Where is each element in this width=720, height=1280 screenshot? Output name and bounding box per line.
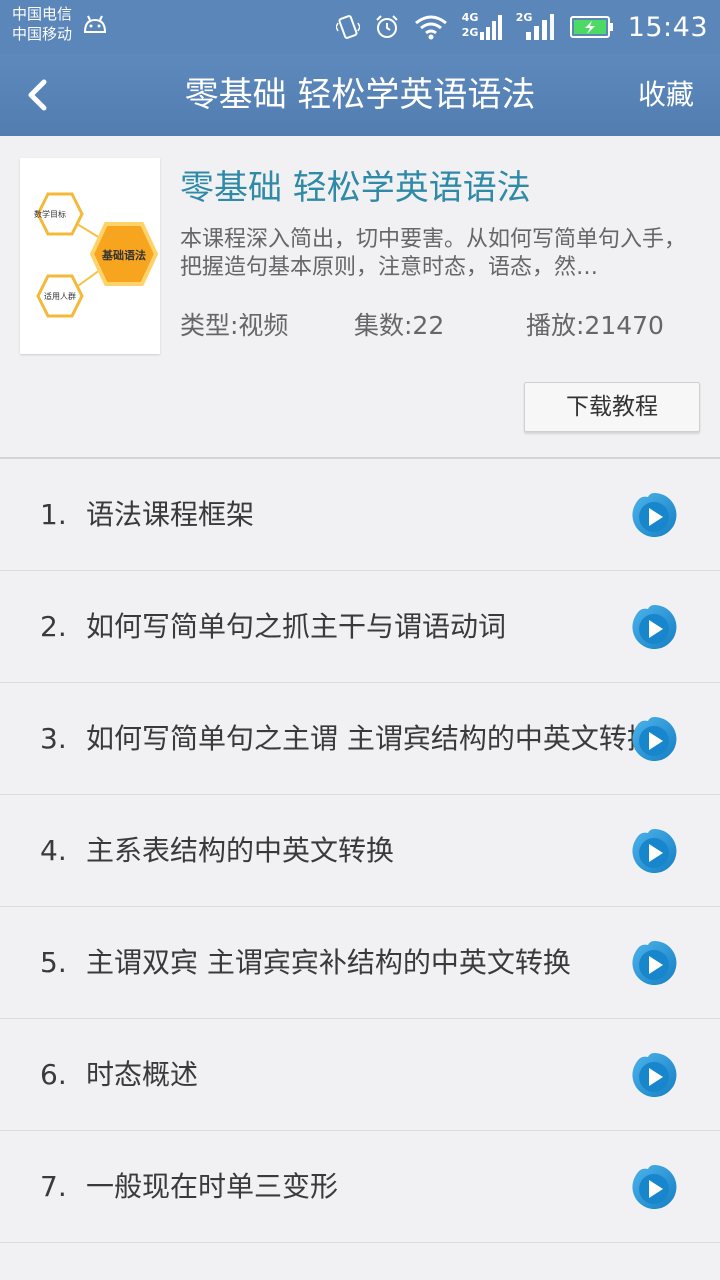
lesson-item[interactable]: 6. 时态概述 — [0, 1019, 720, 1131]
lesson-title-text: 主谓双宾 主谓宾宾补结构的中英文转换 — [86, 946, 571, 979]
lesson-number: 4. — [40, 834, 67, 867]
alarm-icon — [375, 15, 398, 38]
cover-node-top: 数学目标 — [34, 209, 66, 219]
status-bar: 中国电信 中国移动 4G 2G 2G 15:43 — [0, 0, 720, 54]
cover-center-label: 基础语法 — [101, 248, 146, 262]
wifi-icon — [414, 15, 447, 40]
lesson-title-text: 如何写简单句之抓主干与谓语动词 — [86, 610, 507, 643]
lesson-title: 5. 主谓双宾 主谓宾宾补结构的中英文转换 — [40, 907, 571, 1019]
course-plays: 播放:21470 — [526, 311, 664, 340]
lesson-number: 6. — [40, 1058, 67, 1091]
signal-2g-icon: 2G — [516, 12, 556, 42]
play-icon[interactable] — [630, 603, 678, 651]
lesson-title: 1. 语法课程框架 — [40, 459, 254, 571]
clock-time: 15:43 — [627, 11, 708, 43]
mindmap-illustration: 基础语法 数学目标 适用人群 — [34, 192, 159, 318]
lesson-item[interactable]: 7. 一般现在时单三变形 — [0, 1131, 720, 1243]
status-icons: 4G 2G 2G 15:43 — [335, 8, 708, 46]
lesson-title: 6. 时态概述 — [40, 1019, 198, 1131]
course-meta: 类型:视频 集数:22 播放:21470 — [180, 306, 680, 342]
course-title: 零基础 轻松学英语语法 — [180, 168, 531, 208]
carrier-info: 中国电信 中国移动 — [12, 4, 72, 44]
lesson-number: 7. — [40, 1170, 67, 1203]
favorite-button[interactable]: 收藏 — [638, 54, 694, 136]
course-episodes: 集数:22 — [354, 311, 445, 340]
play-icon[interactable] — [630, 827, 678, 875]
net-4g-label: 4G — [461, 11, 479, 24]
course-description: 本课程深入简出，切中要害。从如何写简单句入手，把握造句基本原则，注意时态，语态，… — [180, 227, 687, 280]
lesson-item[interactable]: 2. 如何写简单句之抓主干与谓语动词 — [0, 571, 720, 683]
lesson-item[interactable]: 4. 主系表结构的中英文转换 — [0, 795, 720, 907]
lesson-list: 1. 语法课程框架 2. 如何写简单句之抓主干与谓语动词 3. 如何写简单句之主谓 主谓宾… — [0, 459, 720, 1243]
lesson-title-text: 如何写简单句之主谓 主谓宾结构的中英文转换 — [86, 722, 655, 755]
lesson-item[interactable]: 5. 主谓双宾 主谓宾宾补结构的中英文转换 — [0, 907, 720, 1019]
lesson-title: 7. 一般现在时单三变形 — [40, 1131, 338, 1243]
page-title: 零基础 轻松学英语语法 — [184, 75, 536, 115]
lesson-title-text: 时态概述 — [86, 1058, 199, 1091]
chevron-left-icon[interactable] — [22, 76, 52, 114]
course-cover-image: 基础语法 数学目标 适用人群 — [20, 158, 160, 354]
app-header: 零基础 轻松学英语语法 收藏 — [0, 54, 720, 136]
net-2g-label-a: 2G — [461, 26, 479, 39]
lesson-title-text: 一般现在时单三变形 — [86, 1170, 339, 1203]
play-icon[interactable] — [630, 939, 678, 987]
lesson-title-text: 语法课程框架 — [86, 498, 255, 531]
lesson-title: 4. 主系表结构的中英文转换 — [40, 795, 394, 907]
play-icon[interactable] — [630, 715, 678, 763]
play-icon[interactable] — [630, 1163, 678, 1211]
cover-node-bottom: 适用人群 — [44, 291, 76, 301]
lesson-item[interactable]: 3. 如何写简单句之主谓 主谓宾结构的中英文转换 — [0, 683, 720, 795]
carrier-1: 中国电信 — [12, 5, 73, 23]
lesson-number: 5. — [40, 946, 67, 979]
lesson-item[interactable]: 1. 语法课程框架 — [0, 459, 720, 571]
play-icon[interactable] — [630, 491, 678, 539]
lesson-title-text: 主系表结构的中英文转换 — [86, 834, 395, 867]
vibrate-icon — [335, 15, 360, 39]
carrier-2: 中国移动 — [12, 25, 73, 43]
lesson-number: 1. — [40, 498, 67, 531]
play-icon[interactable] — [630, 1051, 678, 1099]
lesson-number: 2. — [40, 610, 67, 643]
download-button[interactable]: 下载教程 — [524, 382, 700, 432]
android-icon — [83, 15, 107, 33]
lesson-title: 3. 如何写简单句之主谓 主谓宾结构的中英文转换 — [40, 683, 655, 795]
course-type: 类型:视频 — [180, 311, 289, 340]
signal-4g-icon: 4G 2G — [462, 12, 502, 42]
lesson-number: 3. — [40, 722, 67, 755]
lesson-title: 2. 如何写简单句之抓主干与谓语动词 — [40, 571, 506, 683]
battery-charging-icon — [569, 16, 613, 38]
